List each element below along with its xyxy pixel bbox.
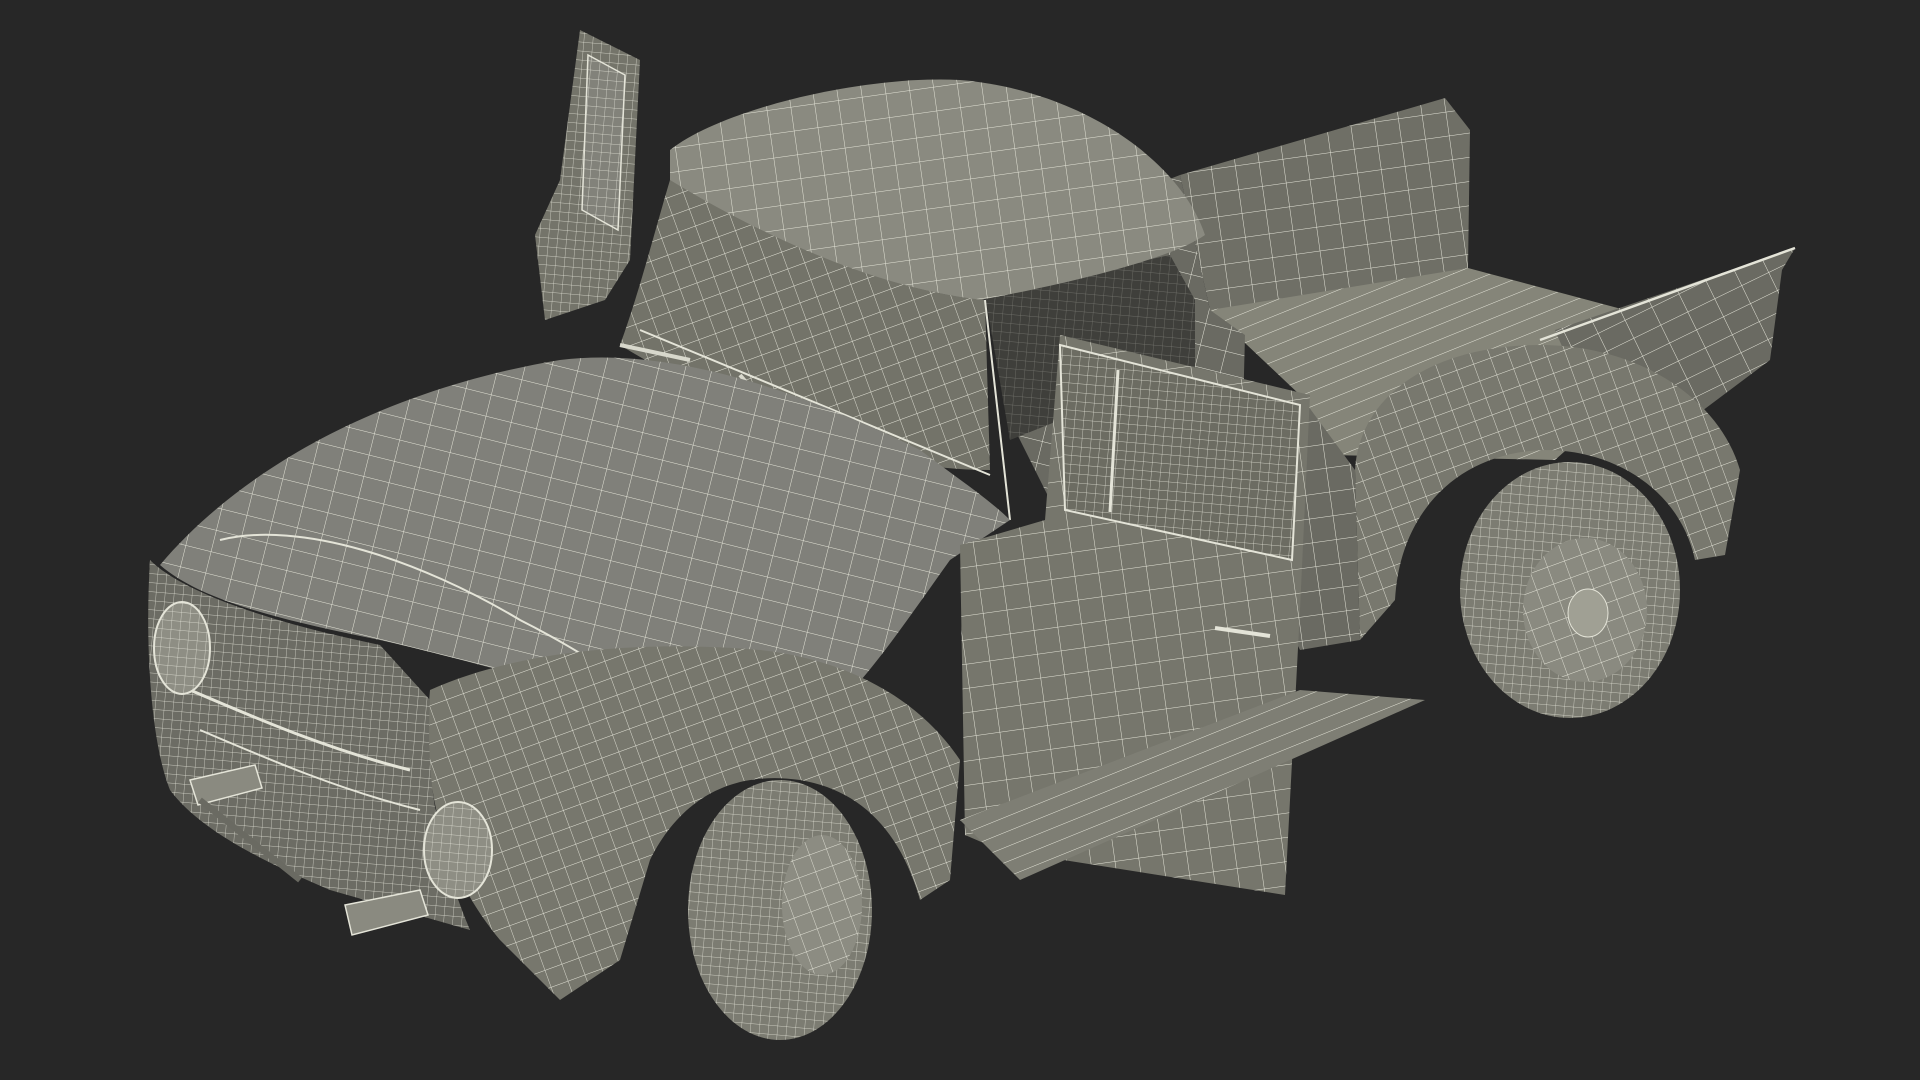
front-wheel <box>688 780 872 1040</box>
driver-door-open <box>535 30 640 320</box>
rear-wheel <box>1460 462 1680 718</box>
headlight-left <box>153 601 211 695</box>
headlight-right <box>423 801 493 899</box>
render-viewport <box>0 0 1920 1080</box>
